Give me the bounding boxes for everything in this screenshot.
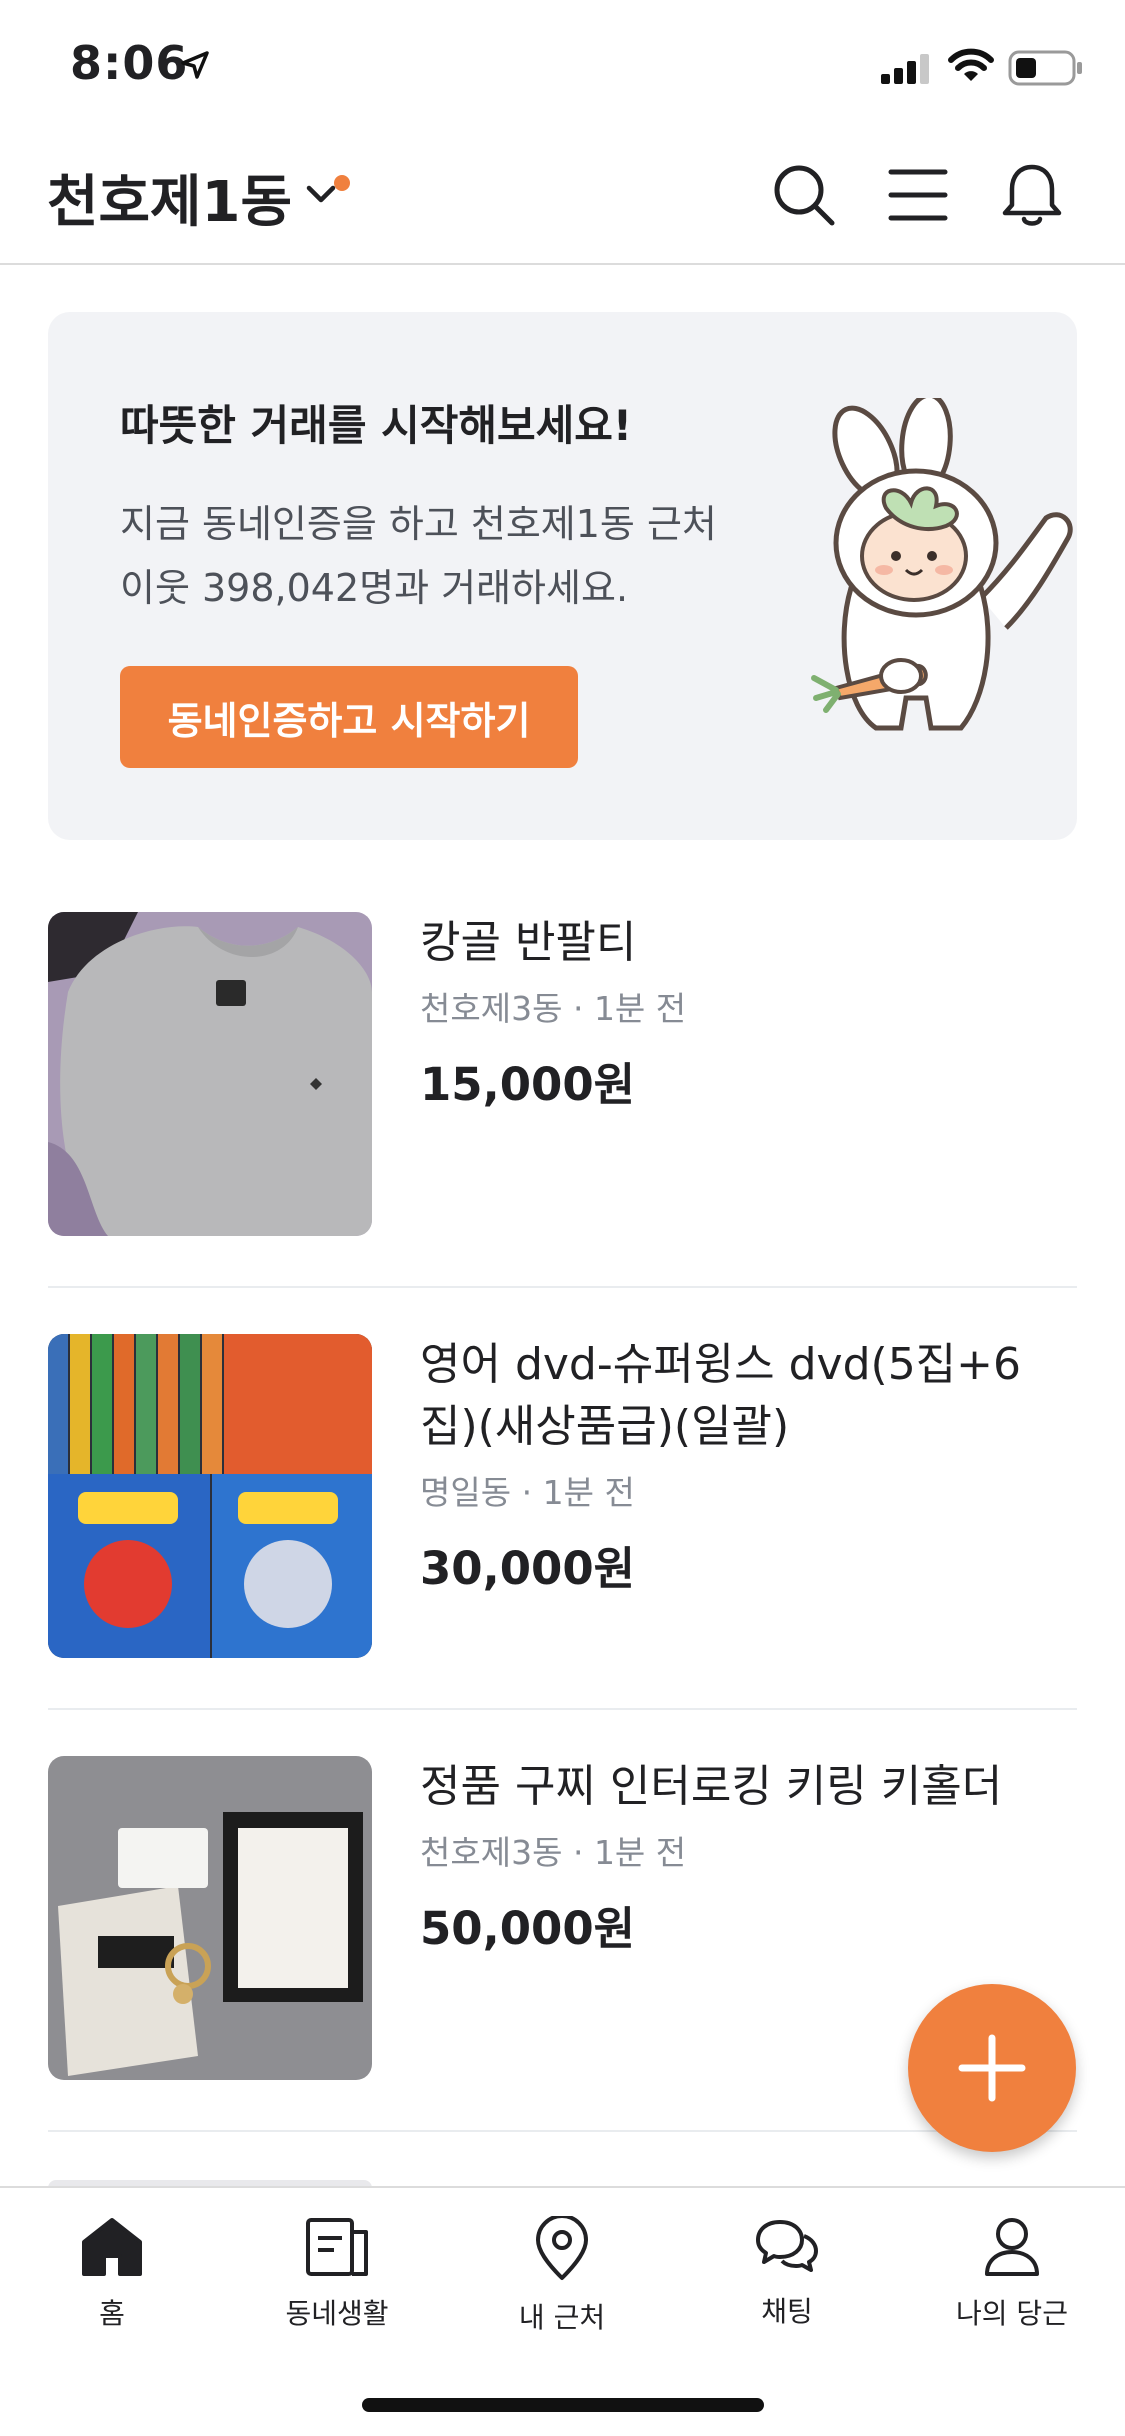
divider: [48, 1708, 1077, 1710]
item-meta: 천호제3동 · 1분 전: [420, 1826, 686, 1874]
status-bar: 8:06: [0, 0, 1125, 135]
tab-label: 내 근처: [518, 2301, 606, 2334]
battery-icon: [1008, 50, 1082, 86]
item-title: 영어 dvd-슈퍼윙스 dvd(5집+6집)(새상품급)(일괄): [420, 1339, 1022, 1452]
item-time: 1분 전: [542, 1473, 635, 1512]
banner-description: 지금 동네인증을 하고 천호제1동 근처 이웃 398,042명과 거래하세요.: [120, 502, 717, 610]
home-icon: [82, 2218, 142, 2276]
item-thumbnail: [48, 1334, 372, 1658]
dvd-photo: [48, 1334, 372, 1658]
item-location: 명일동: [420, 1473, 512, 1512]
item-time: 1분 전: [593, 989, 687, 1028]
person-icon: [985, 2218, 1039, 2276]
tab-label: 채팅: [761, 2295, 813, 2328]
cellular-signal-icon: [881, 54, 929, 84]
item-time: 1분 전: [593, 1833, 687, 1872]
keyring-photo: [48, 1756, 372, 2080]
community-icon: [306, 2218, 368, 2276]
search-icon[interactable]: [772, 163, 836, 227]
status-time: 8:06: [70, 36, 189, 90]
verify-neighborhood-button[interactable]: 동네인증하고 시작하기: [120, 666, 578, 768]
item-thumbnail: [48, 912, 372, 1236]
chat-icon: [756, 2220, 818, 2272]
list-item[interactable]: 캉골 반팔티 천호제3동 · 1분 전 15,000원: [48, 912, 1077, 1242]
map-pin-icon: [536, 2216, 588, 2280]
item-price: 15,000원: [420, 1058, 636, 1111]
item-meta: 명일동 · 1분 전: [420, 1466, 635, 1514]
menu-icon[interactable]: [888, 167, 948, 223]
meta-separator: ·: [572, 1833, 584, 1872]
meta-separator: ·: [572, 989, 584, 1028]
item-thumbnail: [48, 1756, 372, 2080]
tab-home[interactable]: 홈: [12, 2216, 212, 2332]
item-meta: 천호제3동 · 1분 전: [420, 982, 686, 1030]
tab-label: 홈: [99, 2297, 125, 2330]
verification-banner: 따뜻한 거래를 시작해보세요! 지금 동네인증을 하고 천호제1동 근처 이웃 …: [48, 312, 1077, 840]
divider: [48, 2130, 1077, 2132]
tab-my-carrot[interactable]: 나의 당근: [912, 2216, 1112, 2332]
location-arrow-icon: [181, 51, 209, 79]
notification-dot: [334, 175, 350, 191]
item-location: 천호제3동: [420, 1833, 563, 1872]
tab-label: 동네생활: [285, 2297, 389, 2330]
item-price: 30,000원: [420, 1542, 636, 1595]
tshirt-photo: [48, 912, 372, 1236]
divider: [48, 1286, 1077, 1288]
chevron-down-icon[interactable]: [306, 185, 336, 205]
tab-chat[interactable]: 채팅: [687, 2216, 887, 2330]
tab-nearby[interactable]: 내 근처: [462, 2216, 662, 2336]
bell-icon[interactable]: [1000, 161, 1064, 229]
tab-label: 나의 당근: [956, 2297, 1068, 2330]
app-header: 천호제1동: [0, 135, 1125, 265]
tab-community[interactable]: 동네생활: [237, 2216, 437, 2332]
item-price: 50,000원: [420, 1902, 636, 1955]
wifi-icon: [948, 48, 994, 81]
home-indicator: [362, 2398, 764, 2412]
item-title: 캉골 반팔티: [420, 917, 637, 968]
meta-separator: ·: [521, 1473, 533, 1512]
location-selector[interactable]: 천호제1동: [47, 157, 292, 238]
plus-icon: [958, 2034, 1026, 2102]
write-post-button[interactable]: [908, 1984, 1076, 2152]
item-location: 천호제3동: [420, 989, 563, 1028]
list-item[interactable]: 영어 dvd-슈퍼윙스 dvd(5집+6집)(새상품급)(일괄) 명일동 · 1…: [48, 1334, 1077, 1664]
item-title: 정품 구찌 인터로킹 키링 키홀더: [420, 1761, 1003, 1812]
banner-title: 따뜻한 거래를 시작해보세요!: [120, 401, 633, 450]
bunny-mascot-illustration: [811, 398, 1073, 731]
